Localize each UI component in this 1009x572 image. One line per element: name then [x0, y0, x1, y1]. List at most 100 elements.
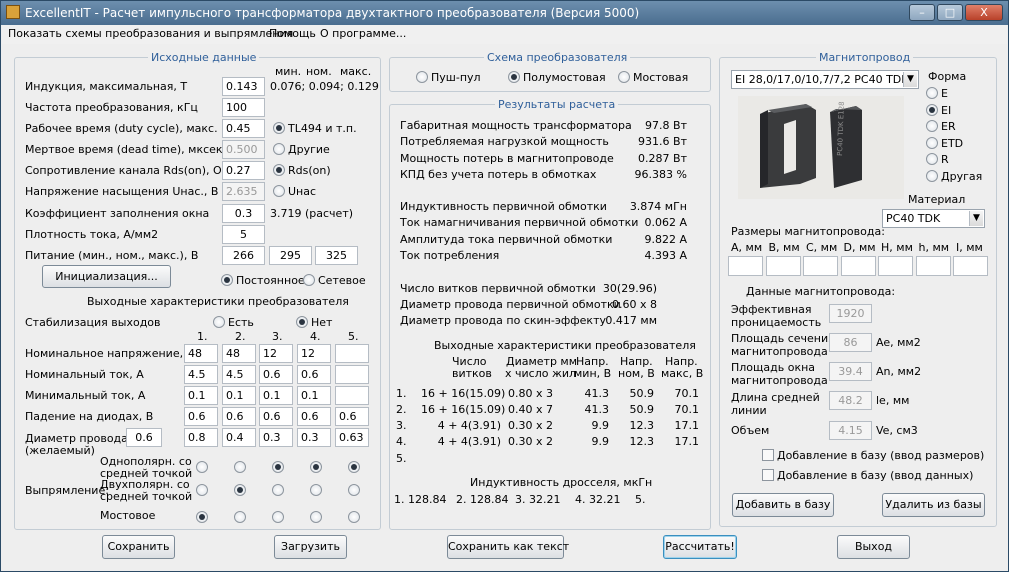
rect-radio-3-1[interactable] — [196, 511, 208, 523]
dim-field-3[interactable] — [803, 256, 838, 276]
volume-field[interactable]: 4.15 — [829, 421, 872, 440]
save-button[interactable]: Сохранить — [102, 535, 175, 559]
rect-radio-1-5[interactable] — [348, 461, 360, 473]
form-radio-4[interactable] — [926, 136, 938, 149]
rds-radio[interactable] — [273, 164, 285, 176]
freq-field[interactable]: 100 — [222, 98, 265, 117]
rect-radio-2-1[interactable] — [196, 484, 208, 496]
core-select[interactable]: EI 28,0/17,0/10,7/7,2 PC40 TDK ▼ — [731, 70, 919, 89]
scheme-bridge-radio[interactable] — [618, 71, 630, 83]
output-vnom-field-5[interactable] — [335, 344, 369, 363]
output-vnom-field-4[interactable]: 12 — [297, 344, 331, 363]
remove-from-db-button[interactable]: Удалить из базы — [882, 493, 985, 517]
calculate-button[interactable]: Рассчитать! — [663, 535, 737, 559]
output-vdrop-field-5[interactable]: 0.6 — [335, 407, 369, 426]
output-wire-field-3[interactable]: 0.3 — [259, 428, 293, 447]
scheme-pushpull-radio[interactable] — [416, 71, 428, 83]
rect-radio-1-4[interactable] — [310, 461, 322, 473]
dim-field-6[interactable] — [915, 256, 951, 276]
output-inom-field-5[interactable] — [335, 365, 369, 384]
form-radio-1[interactable] — [926, 87, 938, 99]
supply-dc-radio[interactable] — [221, 274, 233, 286]
rect-radio-1-2[interactable] — [234, 461, 246, 473]
usat-field[interactable]: 2.635 — [222, 182, 265, 201]
rect-radio-2-2[interactable] — [234, 484, 246, 496]
menu-show-schemes[interactable]: Показать схемы преобразования и выпрямле… — [8, 27, 293, 40]
init-button[interactable]: Инициализация... — [42, 265, 171, 288]
scheme-halfbridge-radio[interactable] — [508, 71, 520, 83]
output-inom-field-4[interactable]: 0.6 — [297, 365, 331, 384]
output-inom-field-1[interactable]: 4.5 — [184, 365, 218, 384]
material-select[interactable]: PC40 TDK ▼ — [882, 209, 985, 228]
rect-radio-3-4[interactable] — [310, 511, 322, 523]
supply-max-field[interactable]: 325 — [315, 246, 358, 265]
form-radio-6[interactable] — [926, 169, 938, 182]
rect-radio-3-2[interactable] — [234, 511, 246, 523]
window-area-field[interactable]: 39.4 — [829, 362, 872, 381]
output-vdrop-field-3[interactable]: 0.6 — [259, 407, 293, 426]
density-field[interactable]: 5 — [222, 225, 265, 244]
output-imin-field-5[interactable] — [335, 386, 369, 405]
output-imin-field-2[interactable]: 0.1 — [222, 386, 256, 405]
output-imin-field-4[interactable]: 0.1 — [297, 386, 331, 405]
maximize-button[interactable]: □ — [937, 4, 963, 21]
dim-field-2[interactable] — [765, 256, 801, 276]
induction-field[interactable]: 0.143 — [222, 77, 265, 96]
rect-radio-1-3[interactable] — [272, 461, 284, 473]
add-to-db-button[interactable]: Добавить в базу — [732, 493, 834, 517]
dim-field-4[interactable] — [840, 256, 876, 276]
wire-desired-field[interactable]: 0.6 — [126, 428, 162, 447]
output-vdrop-field-2[interactable]: 0.6 — [222, 407, 256, 426]
form-radio-5[interactable] — [926, 153, 938, 165]
output-vdrop-field-1[interactable]: 0.6 — [184, 407, 218, 426]
stab-no-radio[interactable] — [296, 316, 308, 328]
duty-other-radio[interactable] — [273, 143, 285, 155]
load-button[interactable]: Загрузить — [274, 535, 347, 559]
duty-tl494-radio[interactable] — [273, 122, 285, 134]
output-wire-field-5[interactable]: 0.63 — [335, 428, 369, 447]
usat-radio[interactable] — [273, 185, 285, 197]
path-length-field[interactable]: 48.2 — [829, 391, 872, 410]
close-button[interactable]: X — [965, 4, 1003, 21]
rect-radio-2-3[interactable] — [272, 484, 284, 496]
minimize-button[interactable]: – — [909, 4, 935, 21]
form-radio-2[interactable] — [926, 103, 938, 116]
rds-field[interactable]: 0.27 — [222, 161, 265, 180]
supply-ac-radio[interactable] — [303, 274, 315, 286]
form-radio-3[interactable] — [926, 120, 938, 132]
rect-radio-2-4[interactable] — [310, 484, 322, 496]
dim-field-7[interactable] — [953, 256, 988, 276]
exit-button[interactable]: Выход — [837, 535, 910, 559]
output-imin-field-3[interactable]: 0.1 — [259, 386, 293, 405]
dim-label-2: B, мм — [768, 241, 800, 254]
output-imin-field-1[interactable]: 0.1 — [184, 386, 218, 405]
rect-radio-3-3[interactable] — [272, 511, 284, 523]
output-wire-field-2[interactable]: 0.4 — [222, 428, 256, 447]
area-field[interactable]: 86 — [829, 333, 872, 352]
add-data-checkbox[interactable] — [762, 469, 774, 481]
menu-about[interactable]: О программе... — [320, 27, 406, 40]
dim-field-5[interactable] — [878, 256, 913, 276]
output-vnom-field-2[interactable]: 48 — [222, 344, 256, 363]
output-inom-field-2[interactable]: 4.5 — [222, 365, 256, 384]
rect-radio-1-1[interactable] — [196, 461, 208, 473]
output-vnom-field-1[interactable]: 48 — [184, 344, 218, 363]
output-inom-field-3[interactable]: 0.6 — [259, 365, 293, 384]
supply-nom-field[interactable]: 295 — [269, 246, 312, 265]
supply-min-field[interactable]: 266 — [222, 246, 265, 265]
dim-field-1[interactable] — [728, 256, 763, 276]
output-vnom-field-3[interactable]: 12 — [259, 344, 293, 363]
add-dims-checkbox[interactable] — [762, 449, 774, 461]
output-wire-field-1[interactable]: 0.8 — [184, 428, 218, 447]
rect-radio-3-5[interactable] — [348, 511, 360, 523]
eff-perm-field[interactable]: 1920 — [829, 304, 872, 323]
rect-radio-2-5[interactable] — [348, 484, 360, 496]
save-as-text-button[interactable]: Сохранить как текст — [447, 535, 569, 559]
duty-field[interactable]: 0.45 — [222, 119, 265, 138]
output-wire-field-4[interactable]: 0.3 — [297, 428, 331, 447]
stab-yes-radio[interactable] — [213, 316, 225, 328]
output-vdrop-field-4[interactable]: 0.6 — [297, 407, 331, 426]
fill-field[interactable]: 0.3 — [222, 204, 265, 223]
menu-help[interactable]: Помощь — [269, 27, 316, 40]
dead-field[interactable]: 0.500 — [222, 140, 265, 159]
